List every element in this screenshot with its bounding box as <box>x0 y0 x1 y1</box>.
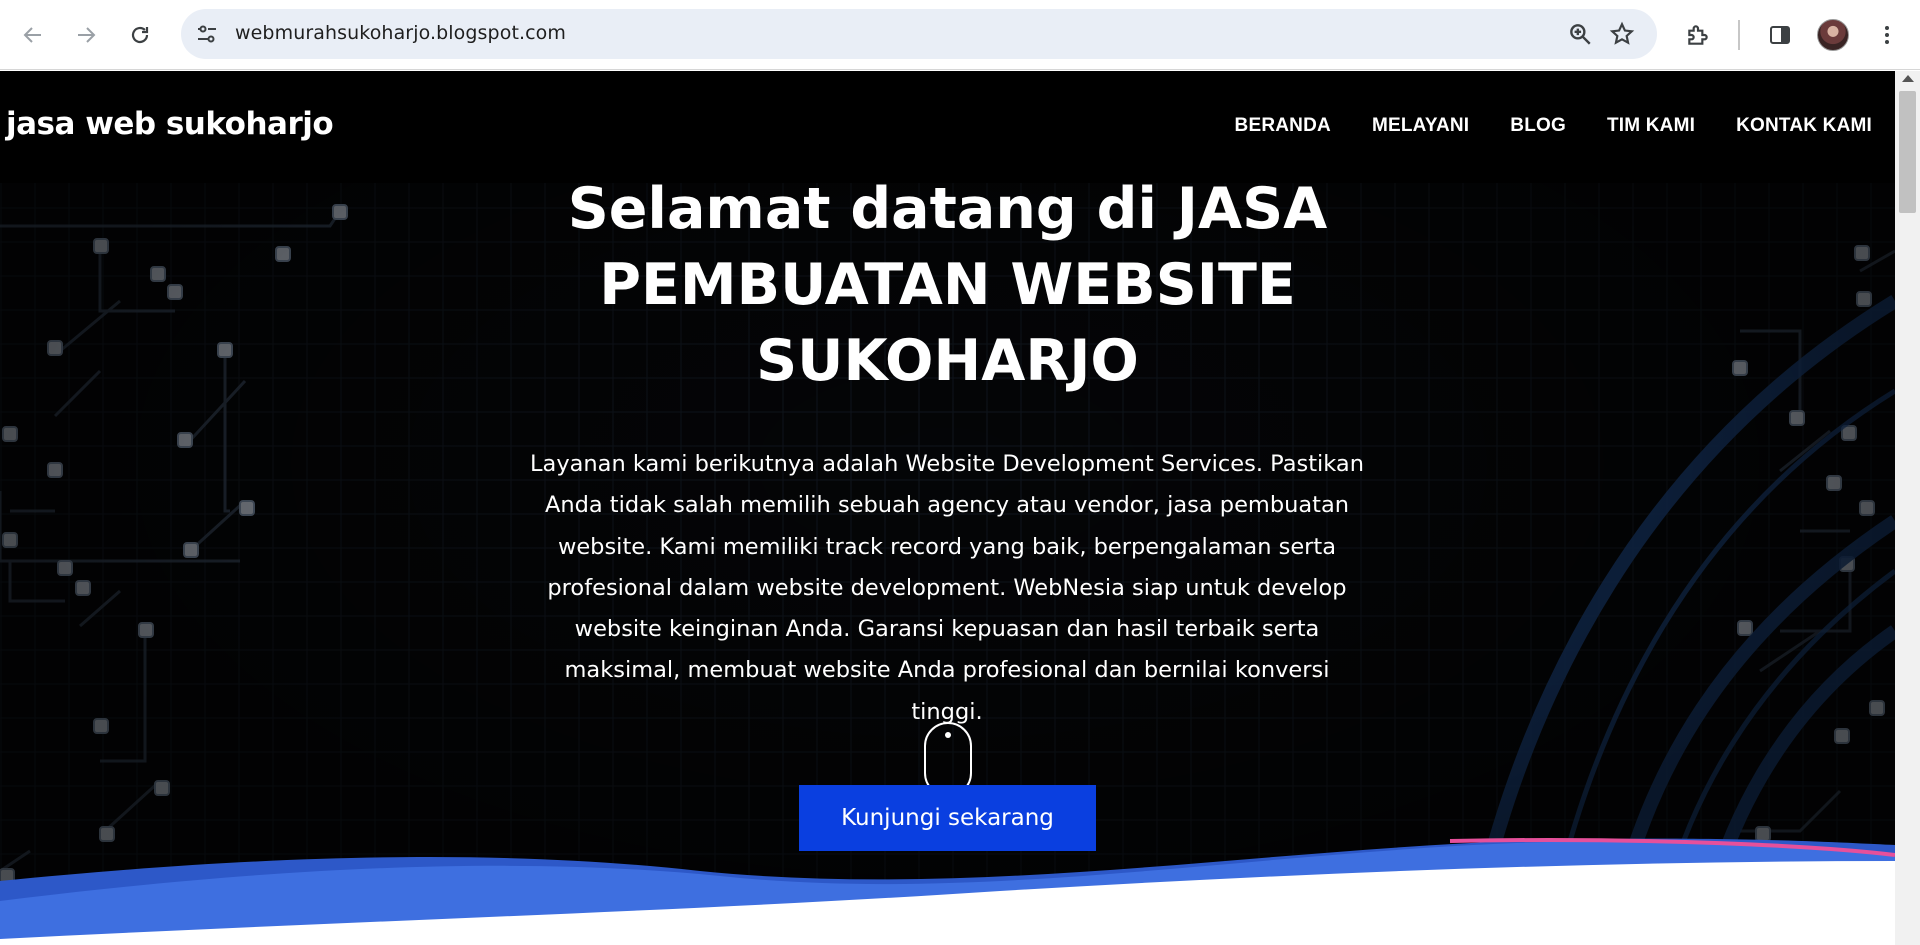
reload-button[interactable] <box>122 17 158 53</box>
hero-title-line: Selamat datang di JASA <box>567 176 1328 242</box>
profile-avatar[interactable] <box>1817 19 1849 51</box>
toolbar-separator <box>1738 20 1740 50</box>
more-menu-button[interactable] <box>1872 20 1902 50</box>
back-icon <box>23 27 41 43</box>
main-nav: BERANDA MELAYANI BLOG TIM KAMI KONTAK KA… <box>1194 115 1872 137</box>
scrollbar-thumb[interactable] <box>1899 91 1916 213</box>
forward-button[interactable] <box>68 17 104 53</box>
reload-icon <box>131 26 149 44</box>
zoom-icon[interactable] <box>1567 21 1593 47</box>
hero-section: jasa web sukoharjo BERANDA MELAYANI BLOG… <box>0 71 1895 945</box>
hero-text-line: maksimal, membuat website Anda profesion… <box>564 657 1330 684</box>
hero-bottom-wave <box>0 838 1895 945</box>
extensions-button[interactable] <box>1683 20 1713 50</box>
hero-text-line: tinggi. <box>911 698 983 725</box>
hero-title-line: SUKOHARJO <box>756 328 1139 394</box>
hero-text-line: Layanan kami berikutnya adalah Website D… <box>530 451 1364 477</box>
nav-item-melayani[interactable]: MELAYANI <box>1372 115 1469 137</box>
back-button[interactable] <box>15 17 51 53</box>
nav-item-kontak-kami[interactable]: KONTAK KAMI <box>1736 115 1872 137</box>
star-icon[interactable] <box>1609 21 1635 47</box>
url-text[interactable]: webmurahsukoharjo.blogspot.com <box>235 22 566 44</box>
hero-title-line: PEMBUATAN WEBSITE <box>599 252 1296 318</box>
hero-description: Layanan kami berikutnya adalah Website D… <box>507 444 1387 733</box>
more-menu-icon <box>1885 26 1889 44</box>
nav-item-beranda[interactable]: BERANDA <box>1235 115 1331 137</box>
site-brand[interactable]: jasa web sukoharjo <box>6 106 334 142</box>
page-scrollbar[interactable] <box>1895 71 1920 945</box>
hero-text-line: website. Kami memiliki track record yang… <box>557 533 1337 560</box>
hero-title: Selamat datang di JASA PEMBUATAN WEBSITE… <box>480 171 1415 399</box>
scroll-up-arrow[interactable] <box>1902 75 1914 82</box>
page-viewport: jasa web sukoharjo BERANDA MELAYANI BLOG… <box>0 71 1895 945</box>
hero-text-line: profesional dalam website development. W… <box>547 574 1347 601</box>
forward-icon <box>78 27 96 43</box>
browser-toolbar: webmurahsukoharjo.blogspot.com <box>0 0 1920 70</box>
scroll-mouse-wheel <box>945 732 951 738</box>
extensions-icon <box>1688 25 1708 45</box>
tune-icon[interactable] <box>195 22 219 46</box>
site-header: jasa web sukoharjo BERANDA MELAYANI BLOG… <box>0 71 1895 183</box>
hero-text-line: website keinginan Anda. Garansi kepuasan… <box>574 616 1320 643</box>
side-panel-button[interactable] <box>1765 20 1795 50</box>
hero-text-line: Anda tidak salah memilih sebuah agency a… <box>544 492 1350 519</box>
address-bar[interactable]: webmurahsukoharjo.blogspot.com <box>181 9 1657 59</box>
nav-item-blog[interactable]: BLOG <box>1510 115 1566 137</box>
nav-item-tim-kami[interactable]: TIM KAMI <box>1607 115 1695 137</box>
side-panel-icon <box>1770 26 1790 44</box>
